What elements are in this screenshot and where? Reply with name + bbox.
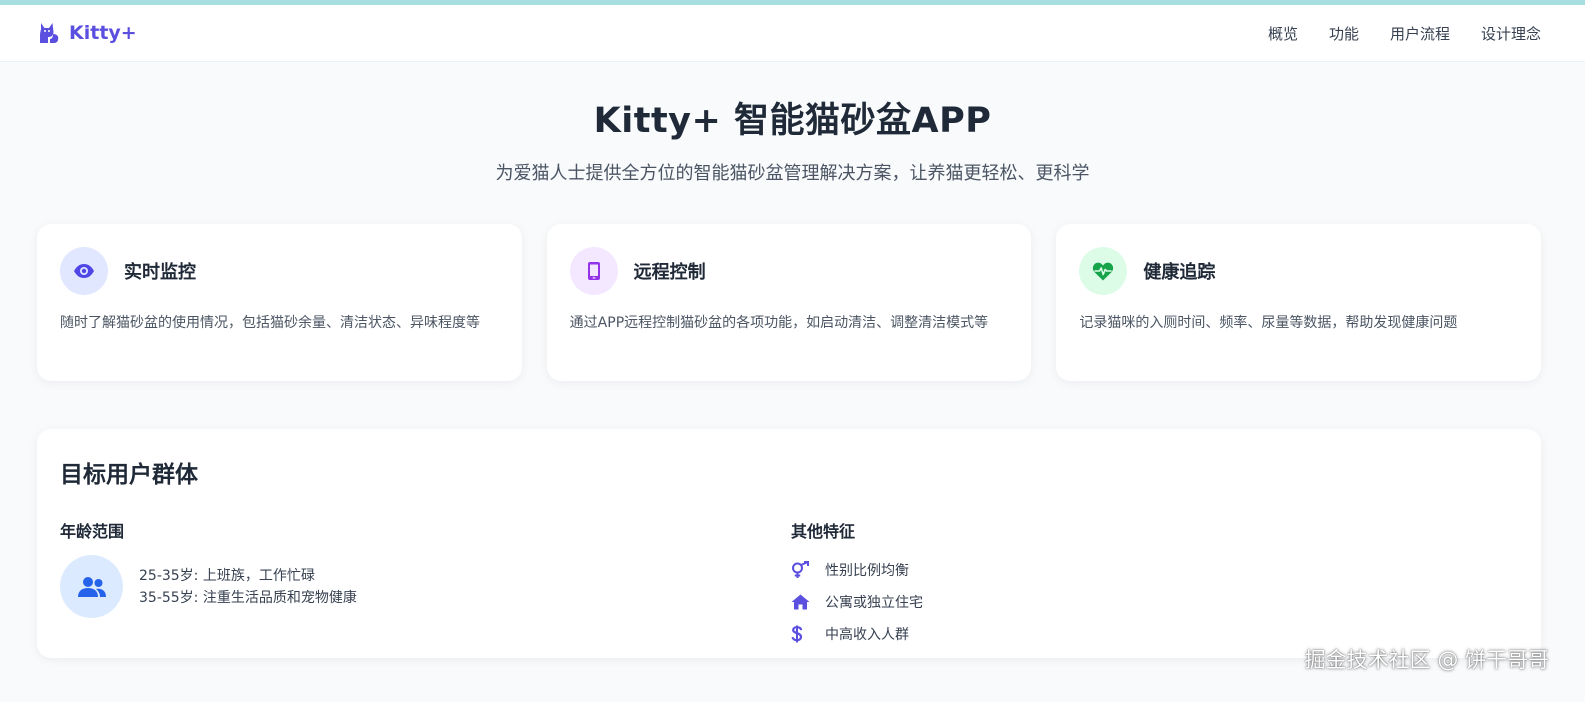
age-line: 25-35岁: 上班族，工作忙碌 [139,567,315,584]
trait-text: 性别比例均衡 [825,563,909,579]
feature-cards: 实时监控 随时了解猫砂盆的使用情况，包括猫砂余量、清洁状态、异味程度等 远程控制… [37,224,1542,381]
nav-features[interactable]: 功能 [1329,23,1359,44]
trait-item: 公寓或独立住宅 [791,586,923,618]
page-subtitle: 为爱猫人士提供全方位的智能猫砂盆管理解决方案，让养猫更轻松、更科学 [495,163,1090,184]
heartbeat-icon [1079,247,1128,295]
trait-text: 中高收入人群 [825,627,909,643]
nav-links: 概览 功能 用户流程 设计理念 [1268,23,1541,44]
hero: Kitty+ 智能猫砂盆APP 为爱猫人士提供全方位的智能猫砂盆管理解决方案，让… [0,62,1585,185]
age-line: 35-55岁: 注重生活品质和宠物健康 [139,589,357,606]
feature-card-health: 健康追踪 记录猫咪的入厕时间、频率、尿量等数据，帮助发现健康问题 [1056,224,1542,381]
gender-icon [791,561,813,579]
nav-user-flow[interactable]: 用户流程 [1390,23,1450,44]
trait-item: 中高收入人群 [791,618,923,650]
cat-icon [37,21,61,45]
feature-title: 实时监控 [124,262,196,283]
navbar: Kitty+ 概览 功能 用户流程 设计理念 [0,5,1585,62]
nav-overview[interactable]: 概览 [1268,23,1298,44]
feature-desc: 记录猫咪的入厕时间、频率、尿量等数据，帮助发现健康问题 [1079,315,1458,331]
audience-title: 目标用户群体 [60,462,198,488]
feature-card-monitoring: 实时监控 随时了解猫砂盆的使用情况，包括猫砂余量、清洁状态、异味程度等 [37,224,522,381]
age-range-title: 年龄范围 [60,522,125,541]
trait-item: 性别比例均衡 [791,554,923,586]
page-title: Kitty+ 智能猫砂盆APP [593,101,992,141]
age-range-column: 年龄范围 25-35岁: 上班族，工作忙碌 35-55岁: 注重生活品质和宠物健… [60,518,791,650]
trait-text: 公寓或独立住宅 [825,595,923,611]
feature-title: 健康追踪 [1143,262,1216,283]
feature-title: 远程控制 [633,262,706,283]
target-audience-card: 目标用户群体 年龄范围 25-35岁: 上班族，工作忙碌 35-55岁: 注重生… [37,429,1541,658]
feature-desc: 随时了解猫砂盆的使用情况，包括猫砂余量、清洁状态、异味程度等 [60,315,480,331]
dollar-icon [791,625,813,643]
other-traits-column: 其他特征 性别比例均衡 公寓或独立住宅 中高收入人群 [791,518,923,650]
eye-icon [60,247,108,295]
home-icon [791,594,813,610]
feature-card-remote: 远程控制 通过APP远程控制猫砂盆的各项功能，如启动清洁、调整清洁模式等 [546,224,1032,381]
mobile-icon [569,247,618,295]
nav-design-philosophy[interactable]: 设计理念 [1481,23,1541,44]
users-icon [60,555,123,618]
other-traits-title: 其他特征 [791,522,856,541]
watermark: 掘金技术社区 @ 饼干哥哥 [1304,648,1549,672]
brand[interactable]: Kitty+ [37,21,137,45]
feature-desc: 通过APP远程控制猫砂盆的各项功能，如启动清洁、调整清洁模式等 [569,315,989,331]
brand-name: Kitty+ [69,22,137,44]
